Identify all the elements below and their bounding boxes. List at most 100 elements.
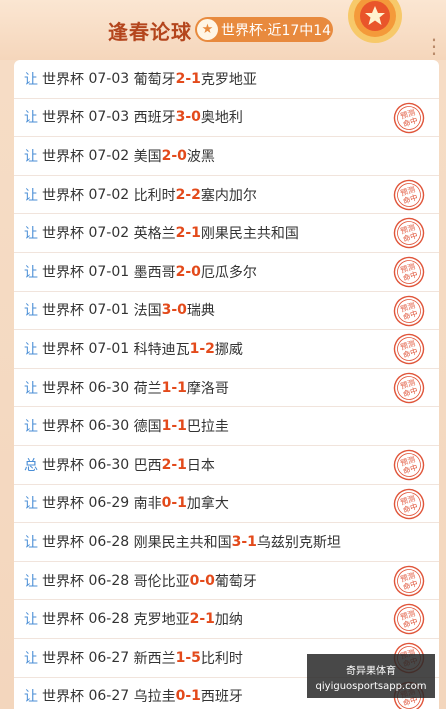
match-row[interactable]: 让世界杯 07-02 美国 2 - 0 波黑 [14, 137, 439, 176]
away-score: 0 [191, 109, 201, 126]
match-row[interactable]: 让世界杯 06-28 刚果民主共和国 3 - 1 乌兹别克斯坦 [14, 523, 439, 562]
away-score: 5 [191, 649, 201, 666]
prediction-hit-stamp: 预测命中 [393, 256, 425, 288]
away-team: 西班牙 [200, 689, 243, 706]
match-tag: 让 [24, 496, 38, 513]
match-date: 07-02 [88, 147, 130, 164]
away-team: 比利时 [200, 650, 243, 667]
match-tag: 让 [24, 187, 38, 204]
away-team: 克罗地亚 [200, 71, 257, 88]
home-team: 墨西哥 [133, 264, 176, 281]
page-title: 逢春论球 [108, 20, 192, 44]
match-row[interactable]: 让世界杯 07-01 法国 3 - 0 瑞典 预测 命中 [14, 292, 439, 331]
match-date: 07-01 [88, 302, 130, 319]
home-score: 2 [175, 70, 186, 87]
match-date: 06-27 [88, 688, 130, 705]
match-date: 07-03 [88, 109, 130, 126]
match-row[interactable]: 让世界杯 07-02 比利时 2 - 2 塞内加尔 预测 命中 [14, 176, 439, 215]
home-score: 1 [161, 379, 172, 396]
home-score: 1 [189, 340, 200, 357]
prediction-hit-stamp: 预测命中 [393, 295, 425, 326]
match-row[interactable]: 让世界杯 07-03 葡萄牙 2 - 1 克罗地亚 [14, 60, 439, 99]
league-name: 世界杯 [42, 573, 84, 590]
match-row[interactable]: 让世界杯 06-28 哥伦比亚 0 - 0 葡萄牙 预测 命中 [14, 562, 439, 601]
badge-text: 世界杯·近17中14 [221, 22, 332, 39]
prediction-hit-stamp: 预测命中 [393, 102, 425, 133]
watermark: 奇异果体育 qiyiguosportsapp.com [307, 654, 435, 698]
match-date: 06-28 [88, 611, 130, 628]
home-score: 2 [175, 186, 186, 203]
away-score: 1 [191, 688, 201, 705]
match-tag: 让 [24, 110, 38, 127]
home-score: 2 [175, 225, 186, 242]
home-team: 刚果民主共和国 [133, 534, 232, 551]
home-score: 3 [175, 109, 186, 126]
match-date: 06-30 [88, 379, 130, 396]
home-team: 美国 [133, 148, 162, 165]
away-team: 日本 [186, 457, 215, 474]
match-date: 07-02 [88, 225, 130, 242]
away-team: 挪威 [214, 341, 243, 358]
away-score: 0 [177, 147, 187, 164]
match-date: 07-03 [88, 70, 130, 87]
home-team: 英格兰 [133, 226, 176, 243]
match-row[interactable]: 总世界杯 06-30 巴西 2 - 1 日本 预测 命中 [14, 446, 439, 485]
prediction-hit-stamp: 预测命中 [393, 372, 425, 403]
header: 逢春论球 ★ 世界杯·近17中14 ⋮ [0, 0, 446, 60]
away-score: 2 [191, 186, 201, 203]
match-row[interactable]: 让世界杯 07-02 英格兰 2 - 1 刚果民主共和国 预测 命中 [14, 214, 439, 253]
away-team: 摩洛哥 [186, 380, 229, 397]
away-score: 1 [177, 418, 187, 435]
league-name: 世界杯 [42, 264, 84, 281]
prediction-hit-stamp: 预测命中 [393, 488, 425, 519]
match-tag: 让 [24, 612, 38, 629]
league-name: 世界杯 [42, 341, 84, 358]
match-tag: 让 [24, 71, 38, 88]
match-date: 06-30 [88, 418, 130, 435]
match-row[interactable]: 让世界杯 06-30 德国 1 - 1 巴拉圭 [14, 407, 439, 446]
away-score: 1 [191, 70, 201, 87]
league-name: 世界杯 [42, 303, 84, 320]
league-name: 世界杯 [42, 380, 84, 397]
away-team: 葡萄牙 [214, 573, 257, 590]
league-name: 世界杯 [42, 226, 84, 243]
away-score: 1 [177, 456, 187, 473]
home-score: 2 [161, 456, 172, 473]
match-tag: 让 [24, 534, 38, 551]
prediction-hit-stamp: 预测命中 [393, 218, 425, 249]
away-team: 加纳 [214, 612, 243, 629]
home-score: 2 [189, 611, 200, 628]
match-tag: 让 [24, 650, 38, 667]
home-team: 南非 [133, 496, 162, 513]
match-tag: 让 [24, 573, 38, 590]
match-row[interactable]: 让世界杯 07-01 科特迪瓦 1 - 2 挪威 预测 命中 [14, 330, 439, 369]
away-team: 刚果民主共和国 [200, 226, 299, 243]
match-row[interactable]: 让世界杯 06-28 克罗地亚 2 - 1 加纳 预测 命中 [14, 600, 439, 639]
away-team: 乌兹别克斯坦 [256, 534, 341, 551]
match-row[interactable]: 让世界杯 06-29 南非 0 - 1 加拿大 预测 命中 [14, 485, 439, 524]
match-tag: 让 [24, 148, 38, 165]
away-score: 1 [177, 495, 187, 512]
match-tag: 让 [24, 341, 38, 358]
league-name: 世界杯 [42, 148, 84, 165]
match-row[interactable]: 让世界杯 07-01 墨西哥 2 - 0 厄瓜多尔 预测 命中 [14, 253, 439, 292]
league-name: 世界杯 [42, 457, 84, 474]
league-name: 世界杯 [42, 534, 84, 551]
match-row[interactable]: 让世界杯 07-03 西班牙 3 - 0 奥地利 预测 命中 [14, 99, 439, 138]
away-score: 0 [191, 263, 201, 280]
match-row[interactable]: 让世界杯 06-30 荷兰 1 - 1 摩洛哥 预测 命中 [14, 369, 439, 408]
match-date: 06-27 [88, 649, 130, 666]
league-name: 世界杯 [42, 187, 84, 204]
more-icon[interactable]: ⋮ [424, 36, 444, 56]
home-score: 0 [161, 495, 172, 512]
match-tag: 让 [24, 380, 38, 397]
home-team: 西班牙 [133, 110, 176, 127]
prediction-hit-stamp: 预测命中 [393, 449, 425, 481]
home-team: 巴西 [133, 457, 162, 474]
away-score: 1 [191, 225, 201, 242]
home-team: 比利时 [133, 187, 176, 204]
match-date: 06-30 [88, 456, 130, 473]
away-team: 奥地利 [200, 110, 243, 127]
away-team: 厄瓜多尔 [200, 264, 257, 281]
home-score: 2 [175, 263, 186, 280]
